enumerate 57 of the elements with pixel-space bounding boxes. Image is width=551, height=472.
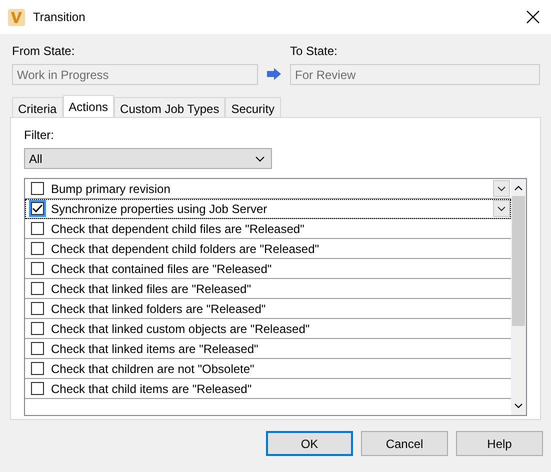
caret-icon [497,186,506,192]
action-row[interactable]: Check that linked folders are "Released" [25,299,511,319]
action-row[interactable]: Check that linked files are "Released" [25,279,511,299]
action-label: Synchronize properties using Job Server [51,200,268,218]
field-label: To State: [290,43,338,60]
action-row[interactable]: Check that child items are "Released" [25,379,511,399]
action-label: Check that contained files are "Released" [51,260,272,278]
checkbox[interactable] [31,302,44,315]
action-label: Check that linked items are "Released" [51,340,258,358]
from-state-field[interactable]: Work in Progress [12,64,258,85]
action-label: Check that dependent child files are "Released" [51,220,304,238]
tab[interactable]: Custom Job Types [114,97,226,117]
scroll-up-icon[interactable] [514,185,523,191]
checkbox[interactable] [31,362,44,375]
app-logo-icon [8,8,25,26]
checkbox[interactable] [31,382,44,395]
field-label: From State: [12,43,76,60]
action-row[interactable]: Check that children are not "Obsolete" [25,359,511,379]
dropdown-toggle[interactable] [493,200,510,217]
checkbox[interactable] [31,182,44,195]
checkbox[interactable] [31,262,44,275]
checkbox[interactable] [31,282,44,295]
filter-label: Filter: [24,127,55,144]
caret-icon [255,156,265,162]
caret-icon [497,206,506,212]
action-label: Check that children are not "Obsolete" [51,360,254,378]
action-row[interactable]: Bump primary revision [25,179,511,199]
action-label: Check that dependent child folders are "Released" [51,240,320,258]
checkbox[interactable] [31,222,44,235]
arrow-icon [266,67,282,81]
checkbox[interactable] [31,202,44,215]
tab[interactable]: Security [225,97,281,117]
action-label: Check that linked folders are "Released" [51,300,266,318]
dialog-button[interactable]: Help [456,431,543,456]
action-row[interactable]: Check that linked custom objects are "Released" [25,319,511,339]
scrollbar[interactable] [511,179,526,415]
tab[interactable]: Actions [62,95,114,117]
action-row[interactable]: Check that dependent child folders are "Released" [25,239,511,259]
window-title: Transition [33,9,86,26]
action-label: Bump primary revision [51,180,170,198]
action-row[interactable]: Check that linked items are "Released" [25,339,511,359]
tab[interactable]: Criteria [12,97,63,117]
dialog-button[interactable]: OK [266,431,353,456]
action-row[interactable]: Check that contained files are "Released" [25,259,511,279]
checkbox[interactable] [31,322,44,335]
checkbox[interactable] [31,242,44,255]
dropdown-toggle[interactable] [493,180,510,197]
action-label: Check that child items are "Released" [51,380,252,398]
action-row[interactable]: Check that dependent child files are "Released" [25,219,511,239]
action-row[interactable]: Synchronize properties using Job Server [25,199,511,219]
filter-dropdown[interactable]: All [24,148,272,169]
scroll-down-icon[interactable] [514,403,523,409]
checkbox[interactable] [31,342,44,355]
dialog-button[interactable]: Cancel [361,431,448,456]
action-label: Check that linked custom objects are "Released" [51,320,310,338]
to-state-field[interactable]: For Review [290,64,540,85]
action-label: Check that linked files are "Released" [51,280,251,298]
